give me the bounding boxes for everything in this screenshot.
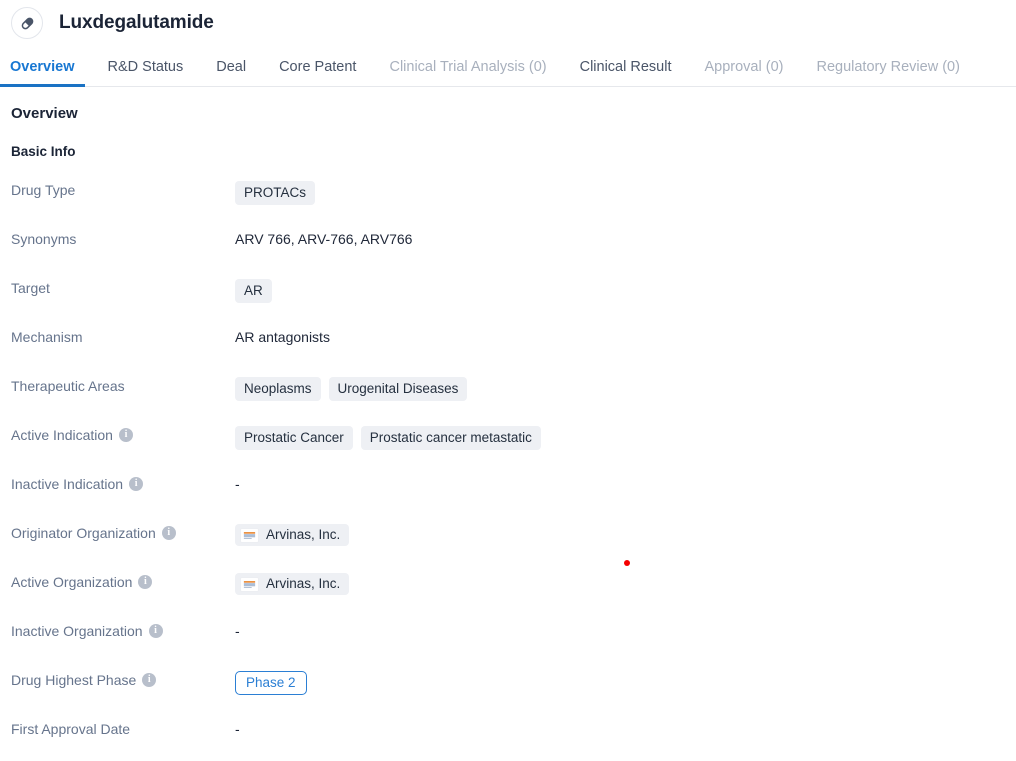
text-value: AR antagonists xyxy=(235,329,330,345)
field-row: Target AR xyxy=(0,279,1016,328)
tab-approval-0[interactable]: Approval (0) xyxy=(704,59,783,86)
field-value: Neoplasms Urogenital Diseases xyxy=(235,377,1016,401)
field-label: Target xyxy=(11,280,50,296)
field-label-wrap: Inactive Organization i xyxy=(0,622,235,640)
field-label: Inactive Organization xyxy=(11,623,143,639)
field-label-wrap: Therapeutic Areas xyxy=(0,377,235,395)
arvinas-logo-icon xyxy=(240,527,259,543)
page-title: Luxdegalutamide xyxy=(59,12,214,33)
field-row: Originator Organization i Arvinas, Inc. xyxy=(0,524,1016,573)
empty-value: - xyxy=(235,623,240,639)
field-value: Arvinas, Inc. xyxy=(235,524,1016,546)
empty-value: - xyxy=(235,476,240,492)
value-chip[interactable]: PROTACs xyxy=(235,181,316,205)
tab-core-patent[interactable]: Core Patent xyxy=(279,59,356,86)
field-value: PROTACs xyxy=(235,181,1016,205)
field-row: Inactive Organization i - xyxy=(0,622,1016,671)
tab-r-d-status[interactable]: R&D Status xyxy=(108,59,184,86)
info-icon[interactable]: i xyxy=(161,526,176,540)
field-row: Synonyms ARV 766, ARV-766, ARV766 xyxy=(0,230,1016,279)
field-label-wrap: Originator Organization i xyxy=(0,524,235,542)
organization-chip[interactable]: Arvinas, Inc. xyxy=(235,573,350,595)
field-value: Arvinas, Inc. xyxy=(235,573,1016,595)
field-value: - xyxy=(235,622,1016,640)
field-value: - xyxy=(235,475,1016,493)
tab-overview[interactable]: Overview xyxy=(0,59,84,87)
value-chip[interactable]: Urogenital Diseases xyxy=(328,377,468,401)
field-label-wrap: Target xyxy=(0,279,235,297)
field-row: Mechanism AR antagonists xyxy=(0,328,1016,377)
field-label: Synonyms xyxy=(11,231,77,247)
tab-bar: Overview R&D Status Deal Core Patent Clinica… xyxy=(0,46,1016,87)
organization-name: Arvinas, Inc. xyxy=(266,576,341,591)
field-row: Drug Highest Phase i Phase 2 xyxy=(0,671,1016,720)
tab-regulatory-review-0[interactable]: Regulatory Review (0) xyxy=(816,59,959,86)
app-header: Luxdegalutamide xyxy=(0,0,1016,46)
value-chip[interactable]: Prostatic cancer metastatic xyxy=(360,426,541,450)
field-label-wrap: Drug Highest Phase i xyxy=(0,671,235,689)
value-chip[interactable]: Prostatic Cancer xyxy=(235,426,353,450)
field-row: Therapeutic Areas Neoplasms Urogenital Dis… xyxy=(0,377,1016,426)
field-label: Mechanism xyxy=(11,329,83,345)
field-label-wrap: Mechanism xyxy=(0,328,235,346)
field-row: Active Indication i Prostatic Cancer Prosta… xyxy=(0,426,1016,475)
field-label: First Approval Date xyxy=(11,721,131,737)
field-label: Drug Highest Phase xyxy=(11,672,137,688)
info-icon[interactable]: i xyxy=(118,428,133,442)
field-value: Phase 2 xyxy=(235,671,1016,695)
info-icon[interactable]: i xyxy=(138,575,153,589)
arvinas-logo-icon xyxy=(240,576,259,592)
field-label: Active Indication xyxy=(11,427,113,443)
basic-info-rows: Drug Type PROTACs Synonyms ARV 766, ARV-766… xyxy=(0,181,1016,761)
field-label: Active Organization xyxy=(11,574,133,590)
field-label-wrap: First Approval Date xyxy=(0,720,235,738)
field-label: Originator Organization xyxy=(11,525,156,541)
field-label: Therapeutic Areas xyxy=(11,378,125,394)
field-row: First Approval Date - xyxy=(0,720,1016,761)
field-value: ARV 766, ARV-766, ARV766 xyxy=(235,230,1016,248)
tab-clinical-trial-analysis-0[interactable]: Clinical Trial Analysis (0) xyxy=(389,59,546,86)
field-row: Inactive Indication i - xyxy=(0,475,1016,524)
overview-content: Overview Basic Info Drug Type PROTACs Syno… xyxy=(0,87,1016,761)
field-label: Drug Type xyxy=(11,182,76,198)
info-icon[interactable]: i xyxy=(129,477,144,491)
value-chip[interactable]: Neoplasms xyxy=(235,377,321,401)
info-icon[interactable]: i xyxy=(148,624,163,638)
value-chip[interactable]: AR xyxy=(235,279,272,303)
field-row: Active Organization i Arvinas, Inc. xyxy=(0,573,1016,622)
tab-clinical-result[interactable]: Clinical Result xyxy=(580,59,672,86)
field-label-wrap: Synonyms xyxy=(0,230,235,248)
capsule-pill-icon xyxy=(11,7,43,39)
organization-name: Arvinas, Inc. xyxy=(266,527,341,542)
field-label-wrap: Active Organization i xyxy=(0,573,235,591)
phase-badge[interactable]: Phase 2 xyxy=(235,671,307,695)
field-value: Prostatic Cancer Prostatic cancer metasta… xyxy=(235,426,1016,450)
field-value: AR antagonists xyxy=(235,328,1016,346)
info-icon[interactable]: i xyxy=(142,673,157,687)
organization-chip[interactable]: Arvinas, Inc. xyxy=(235,524,350,546)
field-value: AR xyxy=(235,279,1016,303)
subsection-title-basic-info: Basic Info xyxy=(11,144,76,159)
field-value: - xyxy=(235,720,1016,738)
text-value: ARV 766, ARV-766, ARV766 xyxy=(235,231,413,247)
empty-value: - xyxy=(235,721,240,737)
tab-deal[interactable]: Deal xyxy=(216,59,246,86)
field-label-wrap: Drug Type xyxy=(0,181,235,199)
section-title: Overview xyxy=(11,105,78,122)
field-row: Drug Type PROTACs xyxy=(0,181,1016,230)
field-label-wrap: Active Indication i xyxy=(0,426,235,444)
field-label: Inactive Indication xyxy=(11,476,124,492)
field-label-wrap: Inactive Indication i xyxy=(0,475,235,493)
